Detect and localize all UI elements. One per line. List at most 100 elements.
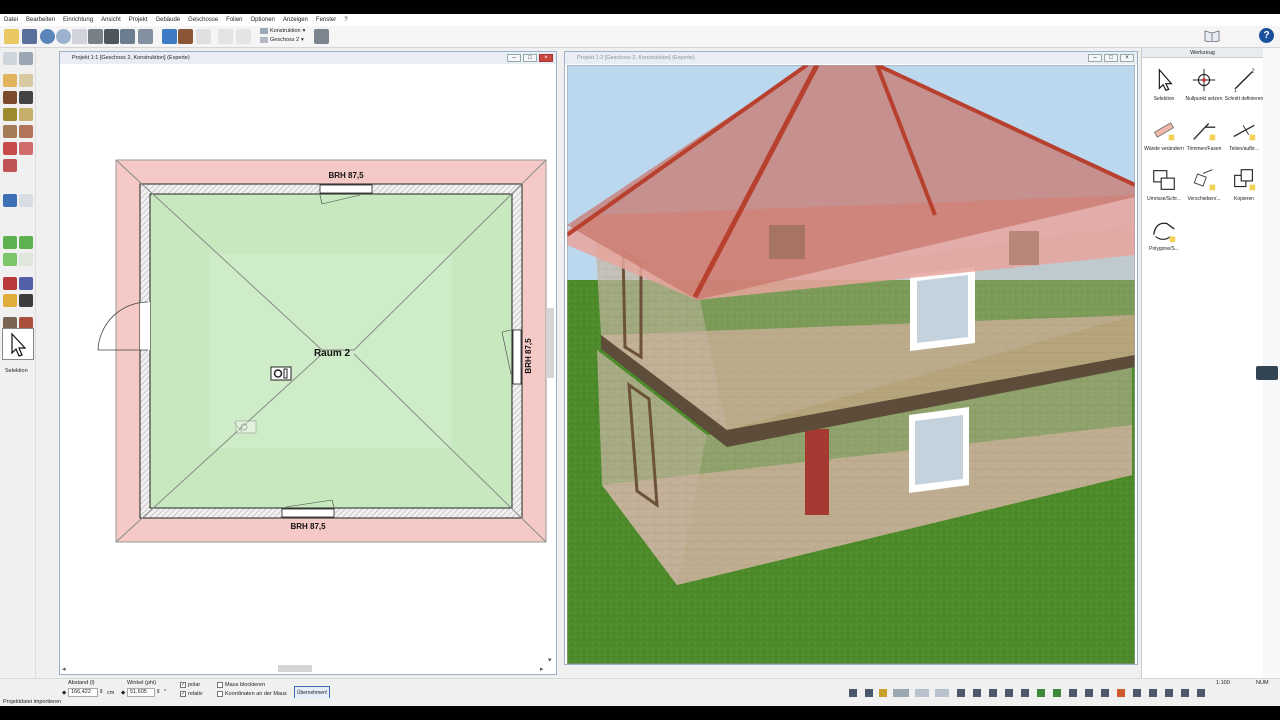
redo-icon[interactable] <box>56 29 71 44</box>
scroll-right-icon[interactable]: ▸ <box>540 666 544 673</box>
pencil-icon[interactable] <box>3 294 17 307</box>
snap-status-icon[interactable] <box>915 689 929 697</box>
pen-icon[interactable] <box>19 294 33 307</box>
menu-item-9[interactable]: Anzeigen <box>282 17 309 23</box>
view-mode-dropdown[interactable]: Konstruktion ▾ <box>260 28 305 34</box>
distance-input[interactable]: 166,422 <box>68 688 98 697</box>
rect-status-icon[interactable] <box>973 689 981 697</box>
maximize-button[interactable]: □ <box>1104 54 1118 62</box>
fill-status-icon[interactable] <box>1069 689 1077 697</box>
dimension-icon[interactable] <box>3 277 17 290</box>
window-right[interactable] <box>512 329 522 385</box>
tool-copy[interactable]: Kopieren <box>1224 166 1264 202</box>
tool-split[interactable]: Teilen/aufbr... <box>1224 116 1264 152</box>
menu-item-11[interactable]: ? <box>343 17 348 23</box>
view-status-icon[interactable] <box>935 689 949 697</box>
relative-checkbox[interactable]: ✓ relativ <box>180 691 203 697</box>
menu-item-3[interactable]: Ansicht <box>100 17 122 23</box>
coords-checkbox[interactable]: Koordinaten an der Maus <box>217 691 287 697</box>
menu-item-4[interactable]: Projekt <box>128 17 149 23</box>
minimize-button[interactable]: – <box>1088 54 1102 62</box>
zoom-window-icon[interactable] <box>120 29 135 44</box>
text-icon[interactable] <box>19 277 33 290</box>
save-icon[interactable] <box>22 29 37 44</box>
tool-trim[interactable]: Trimmen/Fasen <box>1184 116 1224 152</box>
vertical-scrollbar[interactable] <box>546 308 554 378</box>
angle-input[interactable]: 51,605 <box>127 688 155 697</box>
line-status-icon[interactable] <box>879 689 887 697</box>
zoom-all-icon[interactable] <box>138 29 153 44</box>
terrain-icon[interactable] <box>3 236 17 249</box>
floor-settings-icon[interactable] <box>314 29 329 44</box>
refresh-icon[interactable] <box>72 29 87 44</box>
tool-move[interactable]: Verschieben/... <box>1184 166 1224 202</box>
level-status-icon[interactable] <box>1101 689 1109 697</box>
wall-round-icon[interactable] <box>19 74 33 87</box>
terrain-edit-icon[interactable] <box>19 236 33 249</box>
window-top[interactable] <box>319 184 373 194</box>
copy-status-icon[interactable] <box>989 689 997 697</box>
roof-window-icon[interactable] <box>19 142 33 155</box>
paint-icon[interactable] <box>3 194 17 207</box>
tool-outline[interactable]: Umrisse/Schr... <box>1144 166 1184 202</box>
close-button[interactable]: × <box>539 54 553 62</box>
house-icon[interactable] <box>178 29 193 44</box>
tool-cursor[interactable]: Selektion <box>1144 66 1184 102</box>
menu-item-0[interactable]: Datei <box>3 17 19 23</box>
wall-tool-icon[interactable] <box>3 74 17 87</box>
menu-item-10[interactable]: Fenster <box>315 17 337 23</box>
maximize-button[interactable]: □ <box>523 54 537 62</box>
horizontal-scrollbar[interactable] <box>278 665 312 672</box>
minimize-button[interactable]: – <box>507 54 521 62</box>
house-status-icon[interactable] <box>1181 689 1189 697</box>
ortho-status-icon[interactable] <box>957 689 965 697</box>
camera-icon[interactable] <box>104 29 119 44</box>
object-status-icon[interactable] <box>1117 689 1125 697</box>
tool-polygon[interactable]: Polygone/S... <box>1144 216 1184 252</box>
angle-spin-icon[interactable]: ⇕ <box>156 689 161 695</box>
3d-view-canvas[interactable] <box>567 65 1135 664</box>
open-folder-icon[interactable] <box>4 29 19 44</box>
hatch-status-icon[interactable] <box>1085 689 1093 697</box>
tool-crosshair[interactable]: Nullpunkt setzen <box>1184 66 1224 102</box>
grid-status-icon[interactable] <box>865 689 873 697</box>
walk-icon[interactable] <box>162 29 177 44</box>
active-tool-selection[interactable] <box>2 328 34 360</box>
book-icon[interactable] <box>1204 29 1220 42</box>
column-icon[interactable] <box>19 108 33 121</box>
plot-status-icon[interactable] <box>1197 689 1205 697</box>
plant-icon[interactable] <box>3 253 17 266</box>
angle-stepper-icon[interactable]: ◆ <box>121 690 125 696</box>
measure-status-icon[interactable] <box>1133 689 1141 697</box>
plant-status-icon[interactable] <box>1037 689 1045 697</box>
distance-spin-icon[interactable]: ⇕ <box>99 689 104 695</box>
ruler-status-icon[interactable] <box>1021 689 1029 697</box>
roof-icon[interactable] <box>3 142 17 155</box>
3d-status-icon[interactable] <box>1165 689 1173 697</box>
floor-dropdown[interactable]: Geschoss 2 ▾ <box>260 37 304 43</box>
distance-stepper-icon[interactable]: ◆ <box>62 690 66 696</box>
angle-status-icon[interactable] <box>1149 689 1157 697</box>
menu-item-8[interactable]: Optionen <box>250 17 276 23</box>
menu-item-6[interactable]: Geschosse <box>187 17 219 23</box>
lock-mouse-checkbox[interactable]: Maus blockieren <box>217 682 265 688</box>
chimney-icon[interactable] <box>19 125 33 138</box>
beam-icon[interactable] <box>3 125 17 138</box>
close-button[interactable]: × <box>1120 54 1134 62</box>
menu-item-2[interactable]: Einrichtung <box>62 17 94 23</box>
scroll-left-icon[interactable]: ◂ <box>62 666 66 673</box>
polar-checkbox[interactable]: ✓ polar <box>180 682 200 688</box>
arrow-status-icon[interactable] <box>1005 689 1013 697</box>
menu-item-5[interactable]: Gebäude <box>154 17 181 23</box>
floor-plan-canvas[interactable]: BRH 87,5 BRH 87,5 BRH 87,5 Raum 2 ▾ ◂ ▸ <box>60 64 556 674</box>
layer-status-icon[interactable] <box>893 689 909 697</box>
undo-icon[interactable] <box>40 29 55 44</box>
panel-toggle-icon[interactable] <box>1256 366 1278 380</box>
pen-status-icon[interactable] <box>849 689 857 697</box>
menu-item-7[interactable]: Folien <box>225 17 243 23</box>
dormer-icon[interactable] <box>3 159 17 172</box>
tool-section-line[interactable]: 1 2 Schnitt definieren <box>1224 66 1264 102</box>
print-icon[interactable] <box>88 29 103 44</box>
help-icon[interactable]: ? <box>1259 28 1274 43</box>
tool-wall-edit[interactable]: Wände verändern <box>1144 116 1184 152</box>
